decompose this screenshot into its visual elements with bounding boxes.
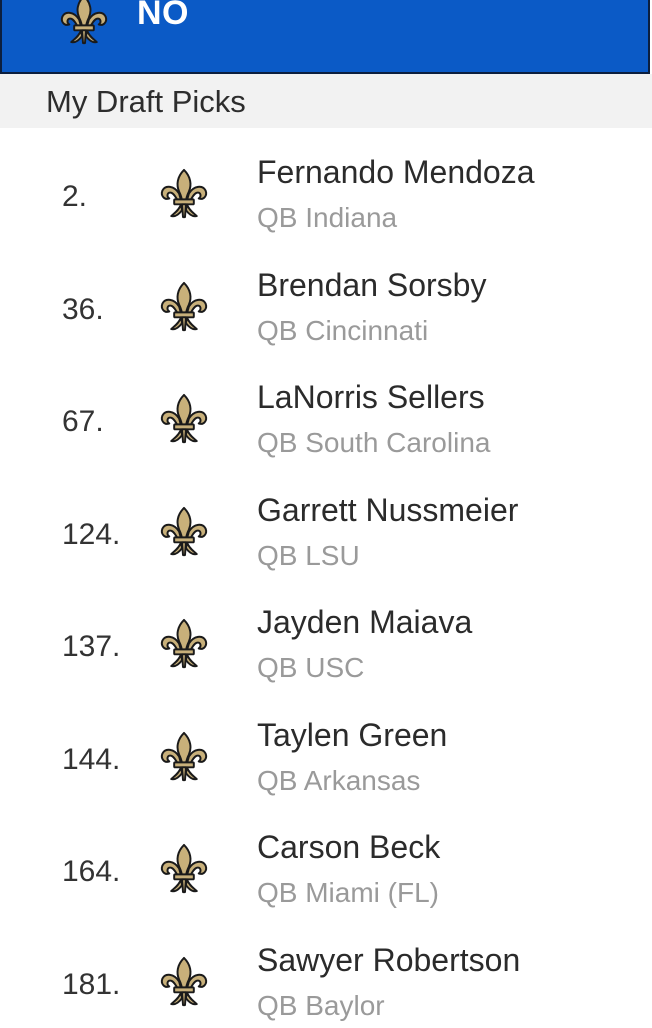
player-name: Garrett Nussmeier bbox=[257, 492, 518, 529]
pick-number: 164. bbox=[62, 855, 120, 889]
fleur-de-lis-icon bbox=[57, 0, 111, 48]
pick-number: 144. bbox=[62, 743, 120, 777]
pick-number: 124. bbox=[62, 518, 120, 552]
pick-row[interactable]: 2. Fernando Mendoza QB Indiana bbox=[0, 128, 652, 241]
pick-row[interactable]: 144. Taylen Green QB Arkansas bbox=[0, 691, 652, 804]
team-header: NO bbox=[0, 0, 650, 74]
fleur-de-lis-icon bbox=[159, 393, 209, 447]
pick-row[interactable]: 67. LaNorris Sellers QB South Carolina bbox=[0, 353, 652, 466]
player-name: Sawyer Robertson bbox=[257, 942, 520, 979]
pick-row[interactable]: 181. Sawyer Robertson QB Baylor bbox=[0, 916, 652, 1028]
player-name: Fernando Mendoza bbox=[257, 154, 535, 191]
pick-number: 2. bbox=[62, 180, 87, 214]
team-abbreviation: NO bbox=[137, 0, 189, 33]
pick-number: 181. bbox=[62, 968, 120, 1002]
pick-row[interactable]: 124. Garrett Nussmeier QB LSU bbox=[0, 466, 652, 579]
player-position-school: QB South Carolina bbox=[257, 427, 490, 459]
draft-picks-list: 2. Fernando Mendoza QB Indiana 36. Brend… bbox=[0, 128, 652, 1028]
fleur-de-lis-icon bbox=[159, 843, 209, 897]
pick-number: 67. bbox=[62, 405, 104, 439]
player-position-school: QB LSU bbox=[257, 540, 360, 572]
player-position-school: QB Indiana bbox=[257, 202, 397, 234]
player-name: Carson Beck bbox=[257, 829, 440, 866]
player-name: Taylen Green bbox=[257, 717, 447, 754]
player-position-school: QB Miami (FL) bbox=[257, 877, 439, 909]
pick-number: 137. bbox=[62, 630, 120, 664]
fleur-de-lis-icon bbox=[159, 168, 209, 222]
fleur-de-lis-icon bbox=[159, 281, 209, 335]
player-name: Jayden Maiava bbox=[257, 604, 472, 641]
player-name: Brendan Sorsby bbox=[257, 267, 486, 304]
section-title: My Draft Picks bbox=[46, 84, 246, 120]
player-position-school: QB Baylor bbox=[257, 990, 385, 1022]
fleur-de-lis-icon bbox=[159, 618, 209, 672]
fleur-de-lis-icon bbox=[159, 506, 209, 560]
player-position-school: QB Arkansas bbox=[257, 765, 420, 797]
player-name: LaNorris Sellers bbox=[257, 379, 485, 416]
section-header: My Draft Picks bbox=[0, 74, 652, 128]
pick-number: 36. bbox=[62, 293, 104, 327]
player-position-school: QB Cincinnati bbox=[257, 315, 428, 347]
player-position-school: QB USC bbox=[257, 652, 364, 684]
pick-row[interactable]: 164. Carson Beck QB Miami (FL) bbox=[0, 803, 652, 916]
pick-row[interactable]: 36. Brendan Sorsby QB Cincinnati bbox=[0, 241, 652, 354]
fleur-de-lis-icon bbox=[159, 956, 209, 1010]
fleur-de-lis-icon bbox=[159, 731, 209, 785]
pick-row[interactable]: 137. Jayden Maiava QB USC bbox=[0, 578, 652, 691]
